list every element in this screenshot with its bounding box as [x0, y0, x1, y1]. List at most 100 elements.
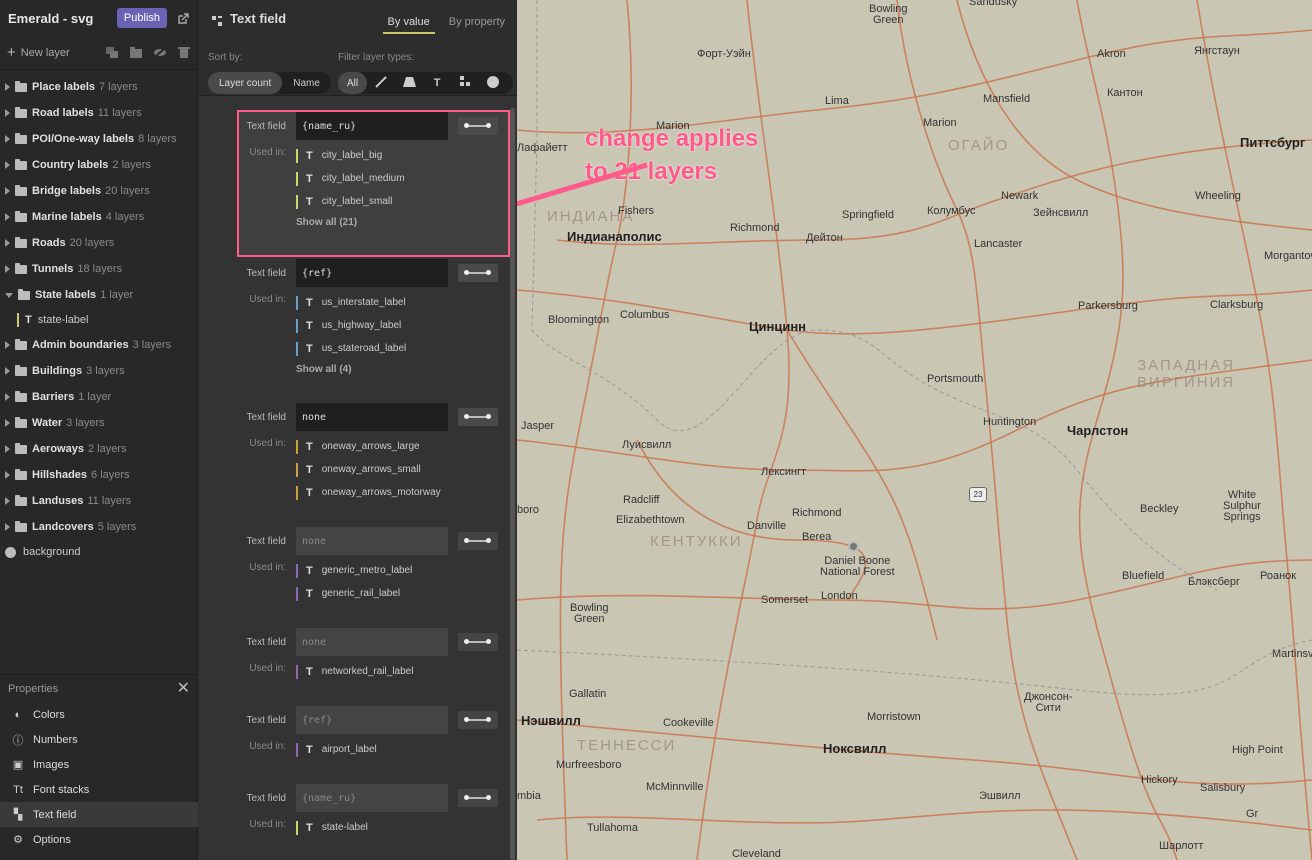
value-input[interactable]: {name_ru} — [296, 784, 448, 812]
function-toggle-button[interactable] — [458, 408, 498, 426]
caret-right-icon[interactable] — [5, 445, 10, 453]
property-text-field[interactable]: ▚ Text field — [0, 802, 198, 827]
function-toggle-button[interactable] — [458, 532, 498, 550]
layer-usage-item[interactable]: Tcity_label_small — [296, 190, 405, 213]
caret-right-icon[interactable] — [5, 161, 10, 169]
caret-right-icon[interactable] — [5, 187, 10, 195]
used-in: Used in: Tgeneric_metro_label Tgeneric_rai… — [236, 559, 506, 605]
caret-right-icon[interactable] — [5, 523, 10, 531]
layer-group[interactable]: POI/One-way labels 8 layers — [0, 126, 197, 152]
layer-usage-item[interactable]: Tus_interstate_label — [296, 291, 406, 314]
layer-usage-item[interactable]: Tus_stateroad_label — [296, 337, 406, 360]
caret-right-icon[interactable] — [5, 83, 10, 91]
layer-usage-item[interactable]: Tgeneric_metro_label — [296, 559, 412, 582]
layer-usage-item[interactable]: Tgeneric_rail_label — [296, 582, 412, 605]
layer-usage-item[interactable]: Toneway_arrows_small — [296, 458, 441, 481]
value-input[interactable]: {ref} — [296, 259, 448, 287]
caret-down-icon[interactable] — [5, 292, 13, 298]
layer-group[interactable]: Aeroways 2 layers — [0, 436, 197, 462]
caret-right-icon[interactable] — [5, 109, 10, 117]
filter-all[interactable]: All — [338, 72, 368, 94]
value-input[interactable]: {name_ru} — [296, 112, 448, 140]
show-all-link[interactable]: Show all (21) — [296, 217, 405, 228]
property-images[interactable]: ▣ Images — [0, 752, 198, 777]
layer-usage-item[interactable]: Tairport_label — [296, 738, 377, 761]
layer-group-count: 11 layers — [87, 495, 132, 507]
layer-usage-item[interactable]: Tcity_label_medium — [296, 167, 405, 190]
value-input[interactable]: {ref} — [296, 706, 448, 734]
map-canvas[interactable]: ОГАЙО ИНДИАНА ЗАПАДНАЯ ВИРГИНИЯ КЕНТУККИ ТЕН… — [517, 0, 1312, 860]
layer-background[interactable]: background — [0, 540, 197, 564]
layer-group[interactable]: Bridge labels 20 layers — [0, 178, 197, 204]
function-toggle-button[interactable] — [458, 117, 498, 135]
tab-by-value[interactable]: By value — [382, 16, 435, 34]
value-input[interactable]: none — [296, 628, 448, 656]
layer-group[interactable]: Buildings 3 layers — [0, 358, 197, 384]
layer-group[interactable]: State labels 1 layer — [0, 282, 197, 308]
sort-name[interactable]: Name — [282, 72, 331, 94]
style-name[interactable]: Emerald - svg — [8, 11, 117, 26]
function-toggle-button[interactable] — [458, 789, 498, 807]
caret-right-icon[interactable] — [5, 497, 10, 505]
function-toggle-button[interactable] — [458, 264, 498, 282]
value-input[interactable]: none — [296, 403, 448, 431]
folder-icon[interactable] — [130, 47, 142, 58]
layer-group[interactable]: Landcovers 5 layers — [0, 514, 197, 540]
layer-usage-item[interactable]: Toneway_arrows_large — [296, 435, 441, 458]
layer-group[interactable]: Country labels 2 layers — [0, 152, 197, 178]
layer-group[interactable]: Roads 20 layers — [0, 230, 197, 256]
layer-group[interactable]: Landuses 11 layers — [0, 488, 197, 514]
property-numbers[interactable]: ⓘ Numbers — [0, 727, 198, 752]
caret-right-icon[interactable] — [5, 213, 10, 221]
new-layer-button[interactable]: + New layer — [7, 45, 94, 60]
publish-button[interactable]: Publish — [116, 8, 167, 28]
function-toggle-button[interactable] — [458, 711, 498, 729]
symbol-layer-icon: T — [25, 314, 32, 326]
caret-right-icon[interactable] — [5, 265, 10, 273]
caret-right-icon[interactable] — [5, 419, 10, 427]
close-icon[interactable]: ✕ — [177, 680, 190, 697]
caret-right-icon[interactable] — [5, 367, 10, 375]
function-toggle-button[interactable] — [458, 633, 498, 651]
scrollbar[interactable] — [510, 108, 515, 860]
layer-group[interactable]: Place labels 7 layers — [0, 74, 197, 100]
property-options[interactable]: ⚙ Options — [0, 827, 198, 852]
caret-right-icon[interactable] — [5, 471, 10, 479]
show-all-link[interactable]: Show all (4) — [296, 364, 406, 375]
external-link-icon[interactable] — [177, 12, 189, 24]
layer-item[interactable]: Tstate-label — [0, 308, 197, 332]
sort-layer-count[interactable]: Layer count — [208, 72, 283, 94]
duplicate-icon[interactable] — [106, 47, 118, 58]
property-font-stacks[interactable]: Tt Font stacks — [0, 777, 198, 802]
layer-usage-item[interactable]: Tus_highway_label — [296, 314, 406, 337]
caret-right-icon[interactable] — [5, 393, 10, 401]
layer-group-count: 4 layers — [105, 211, 145, 223]
layer-group[interactable]: Barriers 1 layer — [0, 384, 197, 410]
property-label: Colors — [33, 708, 65, 721]
line-icon[interactable] — [367, 75, 395, 91]
circle-icon[interactable] — [451, 76, 479, 90]
property-colors[interactable]: ◐ Colors — [0, 702, 198, 727]
layer-usage-item[interactable]: Toneway_arrows_motorway — [296, 481, 441, 504]
layer-usage-item[interactable]: Tnetworked_rail_label — [296, 660, 413, 683]
fill-extrusion-icon[interactable] — [395, 76, 423, 90]
caret-right-icon[interactable] — [5, 239, 10, 247]
trash-icon[interactable] — [178, 47, 190, 58]
tab-by-property[interactable]: By property — [449, 16, 505, 34]
folder-icon — [15, 442, 27, 454]
value-input[interactable]: none — [296, 527, 448, 555]
layer-group[interactable]: Water 3 layers — [0, 410, 197, 436]
layer-group[interactable]: Hillshades 6 layers — [0, 462, 197, 488]
layer-usage-item[interactable]: Tcity_label_big — [296, 144, 405, 167]
symbol-layer-icon: T — [306, 319, 313, 332]
caret-right-icon[interactable] — [5, 135, 10, 143]
hide-icon[interactable] — [154, 47, 166, 58]
layer-group[interactable]: Admin boundaries 3 layers — [0, 332, 197, 358]
layer-group[interactable]: Marine labels 4 layers — [0, 204, 197, 230]
symbol-icon[interactable]: T — [423, 77, 451, 89]
layer-group[interactable]: Road labels 11 layers — [0, 100, 197, 126]
globe-icon[interactable] — [479, 75, 507, 91]
caret-right-icon[interactable] — [5, 341, 10, 349]
layer-group[interactable]: Tunnels 18 layers — [0, 256, 197, 282]
layer-usage-item[interactable]: Tstate-label — [296, 816, 368, 839]
